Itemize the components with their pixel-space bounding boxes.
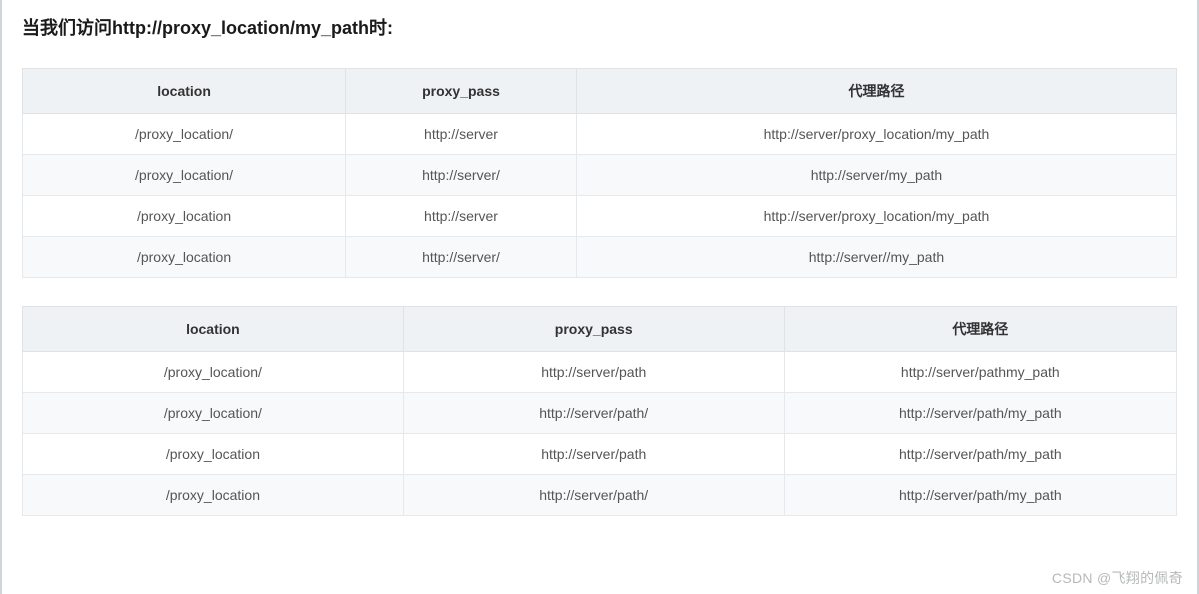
cell-proxy-pass: http://server/path/ [403,393,784,434]
page-title: 当我们访问http://proxy_location/my_path时: [22,14,1177,40]
table-row: /proxy_location/ http://server/path http… [23,352,1177,393]
cell-location: /proxy_location/ [23,155,346,196]
cell-location: /proxy_location [23,475,404,516]
header-location: location [23,307,404,352]
cell-proxy-pass: http://server/path/ [403,475,784,516]
table-row: /proxy_location/ http://server/ http://s… [23,155,1177,196]
cell-proxy-path: http://server/proxy_location/my_path [576,196,1176,237]
cell-location: /proxy_location/ [23,352,404,393]
proxy-table-1: location proxy_pass 代理路径 /proxy_location… [22,68,1177,278]
header-proxy-path: 代理路径 [576,69,1176,114]
cell-proxy-pass: http://server [346,196,577,237]
table-row: /proxy_location/ http://server http://se… [23,114,1177,155]
proxy-table-2: location proxy_pass 代理路径 /proxy_location… [22,306,1177,516]
cell-proxy-pass: http://server/path [403,352,784,393]
cell-proxy-path: http://server/my_path [576,155,1176,196]
cell-proxy-pass: http://server/path [403,434,784,475]
table-row: /proxy_location http://server/ http://se… [23,237,1177,278]
header-proxy-pass: proxy_pass [403,307,784,352]
cell-proxy-path: http://server/path/my_path [784,475,1176,516]
cell-proxy-path: http://server/path/my_path [784,393,1176,434]
table-header-row: location proxy_pass 代理路径 [23,307,1177,352]
cell-proxy-pass: http://server [346,114,577,155]
header-proxy-pass: proxy_pass [346,69,577,114]
table-header-row: location proxy_pass 代理路径 [23,69,1177,114]
cell-proxy-pass: http://server/ [346,155,577,196]
table-row: /proxy_location http://server/path http:… [23,434,1177,475]
cell-location: /proxy_location [23,196,346,237]
table-row: /proxy_location http://server/path/ http… [23,475,1177,516]
cell-location: /proxy_location [23,237,346,278]
cell-location: /proxy_location/ [23,114,346,155]
cell-proxy-path: http://server//my_path [576,237,1176,278]
header-location: location [23,69,346,114]
cell-proxy-path: http://server/path/my_path [784,434,1176,475]
cell-proxy-path: http://server/pathmy_path [784,352,1176,393]
header-proxy-path: 代理路径 [784,307,1176,352]
cell-location: /proxy_location/ [23,393,404,434]
watermark-text: CSDN @飞翔的佩奇 [1052,568,1183,588]
cell-proxy-path: http://server/proxy_location/my_path [576,114,1176,155]
cell-location: /proxy_location [23,434,404,475]
table-row: /proxy_location/ http://server/path/ htt… [23,393,1177,434]
table-row: /proxy_location http://server http://ser… [23,196,1177,237]
cell-proxy-pass: http://server/ [346,237,577,278]
